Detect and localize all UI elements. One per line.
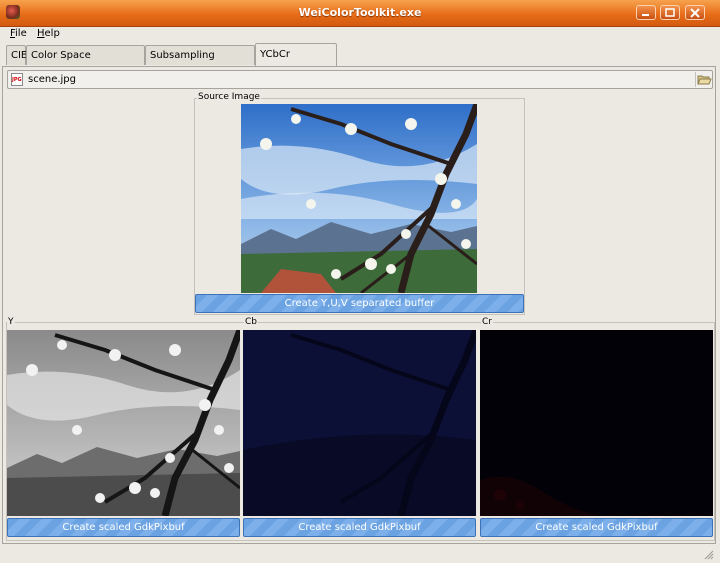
minimize-button[interactable] [636, 5, 656, 20]
cb-channel-label: Cb [244, 317, 258, 327]
resize-grip-icon [704, 550, 714, 560]
cb-create-pixbuf-button[interactable]: Create scaled GdkPixbuf [243, 518, 476, 537]
menu-file-label: ile [15, 28, 27, 39]
file-chooser[interactable]: JPG scene.jpg [7, 70, 713, 89]
window-title: WeiColorToolkit.exe [298, 6, 422, 19]
source-image [241, 104, 477, 293]
maximize-icon [665, 8, 675, 17]
file-name: scene.jpg [28, 74, 77, 85]
menu-help-mnemonic: H [37, 28, 45, 39]
folder-icon [697, 75, 712, 85]
tab-subsampling-conversion[interactable]: Subsampling Conversion [145, 45, 255, 81]
cr-channel-label: Cr [481, 317, 493, 327]
close-icon [690, 8, 700, 18]
cr-channel-image [480, 330, 713, 516]
source-image-label: Source Image [197, 92, 261, 102]
menu-file[interactable]: File [10, 28, 27, 39]
status-bar [2, 545, 716, 560]
menu-bar [0, 26, 720, 44]
browse-button[interactable] [695, 72, 712, 87]
tab-color-space-conversion[interactable]: Color Space Conversion [26, 45, 145, 81]
maximize-button[interactable] [660, 5, 680, 20]
y-channel-image [7, 330, 240, 516]
tab-cie[interactable]: CIE [6, 45, 27, 65]
tab-ycbcr-decouple[interactable]: YCbCr Decouple [255, 43, 337, 82]
menu-help-label: elp [44, 28, 60, 39]
y-create-pixbuf-button[interactable]: Create scaled GdkPixbuf [7, 518, 240, 537]
close-button[interactable] [685, 5, 705, 20]
cr-create-pixbuf-button[interactable]: Create scaled GdkPixbuf [480, 518, 713, 537]
menu-help[interactable]: Help [37, 28, 60, 39]
y-channel-label: Y [7, 317, 15, 327]
cb-channel-image [243, 330, 476, 516]
minimize-icon [642, 14, 649, 16]
jpg-file-icon: JPG [11, 73, 23, 86]
create-yuv-buffer-button[interactable]: Create Y,U,V separated buffer [195, 294, 524, 313]
resize-grip[interactable] [702, 548, 714, 563]
